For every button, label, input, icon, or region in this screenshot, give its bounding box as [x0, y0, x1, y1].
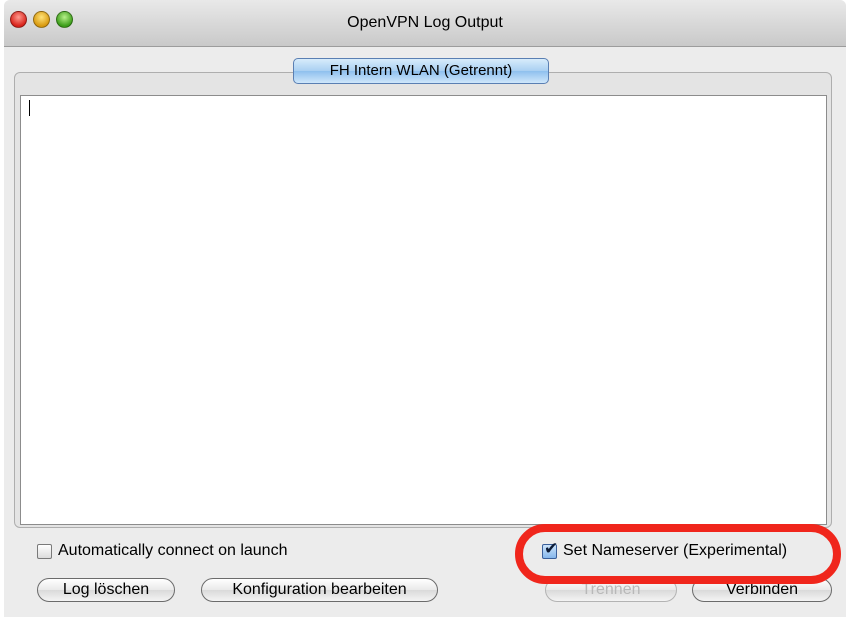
auto-connect-label: Automatically connect on launch [58, 542, 288, 559]
auto-connect-checkbox[interactable] [37, 543, 52, 559]
edit-configuration-button[interactable]: Konfiguration bearbeiten [201, 578, 438, 602]
text-caret [29, 100, 30, 116]
clear-log-button[interactable]: Log löschen [37, 578, 175, 602]
title-bar[interactable]: OpenVPN Log Output [4, 0, 846, 47]
log-output-area[interactable] [20, 95, 827, 525]
highlight-annotation [515, 524, 841, 584]
tab-connection[interactable]: FH Intern WLAN (Getrennt) [293, 58, 549, 84]
auto-connect-option[interactable]: Automatically connect on launch [37, 542, 287, 560]
window-title: OpenVPN Log Output [347, 14, 503, 31]
